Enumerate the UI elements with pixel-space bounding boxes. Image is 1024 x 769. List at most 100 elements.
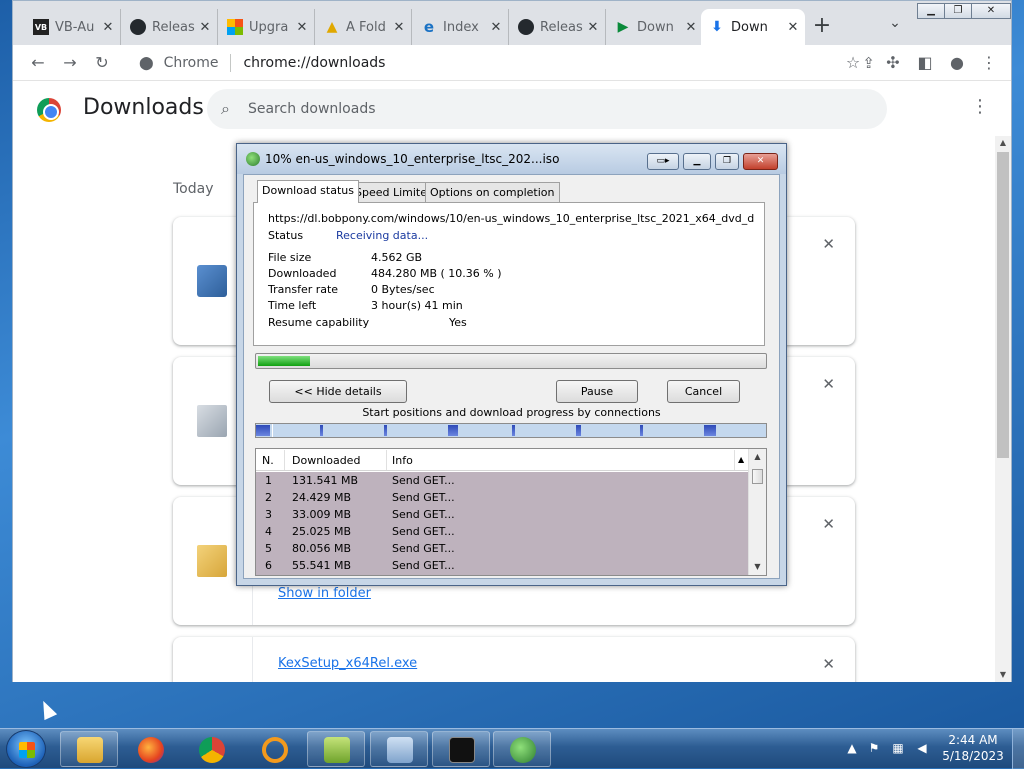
taskbar-app-search-tool[interactable] <box>245 731 303 767</box>
taskbar-app-firefox[interactable] <box>121 731 179 767</box>
show-in-folder-link[interactable]: Show in folder <box>278 586 371 601</box>
scroll-down-icon[interactable]: ▼ <box>749 559 766 575</box>
cell-downloaded: 25.025 MB <box>292 525 352 538</box>
tab-1[interactable]: VB VB-Au ✕ <box>25 9 121 45</box>
tab-close-icon[interactable]: ✕ <box>391 20 407 35</box>
tab-downloads-active[interactable]: ⬇ Down ✕ <box>701 9 805 45</box>
minimize-button[interactable]: ▁ <box>683 153 711 170</box>
scroll-up-icon[interactable]: ▲ <box>749 449 766 465</box>
profile-avatar-icon[interactable]: ● <box>947 53 967 73</box>
table-row[interactable]: 6 55.541 MB Send GET... <box>256 557 748 574</box>
scrollbar-thumb[interactable] <box>752 469 763 484</box>
url-text[interactable]: chrome://downloads <box>243 55 385 71</box>
table-row[interactable]: 5 80.056 MB Send GET... <box>256 540 748 557</box>
tab-speed-limiter[interactable]: Speed Limiter <box>350 182 437 202</box>
action-center-icon[interactable]: ⚑ <box>866 741 882 757</box>
cell-n: 1 <box>265 474 272 487</box>
cancel-button[interactable]: Cancel <box>667 380 740 403</box>
column-header-info[interactable]: Info <box>392 454 413 467</box>
table-row[interactable]: 3 33.009 MB Send GET... <box>256 506 748 523</box>
tab-4[interactable]: ▲ A Fold ✕ <box>316 9 412 45</box>
dialog-titlebar[interactable]: 10% en-us_windows_10_enterprise_ltsc_202… <box>237 144 786 174</box>
file-size-value: 4.562 GB <box>371 251 423 264</box>
search-box[interactable]: ⌕ <box>207 89 887 129</box>
show-hidden-icons-icon[interactable]: ▲ <box>844 741 860 757</box>
share-icon[interactable]: ⇪ <box>862 54 875 72</box>
reload-icon[interactable]: ↻ <box>92 53 112 73</box>
back-icon[interactable]: ← <box>28 53 48 73</box>
remove-item-icon[interactable]: ✕ <box>822 515 835 533</box>
table-scrollbar[interactable]: ▲ ▼ <box>748 449 766 575</box>
cell-n: 5 <box>265 542 272 555</box>
column-divider <box>734 450 735 470</box>
tab-close-icon[interactable]: ✕ <box>683 20 699 35</box>
column-header-downloaded[interactable]: Downloaded <box>292 454 360 467</box>
close-dialog-button[interactable]: ✕ <box>743 153 778 170</box>
page-scrollbar[interactable]: ▲ ▼ <box>995 136 1011 682</box>
network-icon[interactable]: ▦ <box>890 741 906 757</box>
minimize-to-tray-button[interactable]: ▭▸ <box>647 153 679 170</box>
menu-dots-icon[interactable]: ⋮ <box>979 53 999 73</box>
tab-close-icon[interactable]: ✕ <box>294 20 310 35</box>
scroll-down-icon[interactable]: ▼ <box>995 668 1011 682</box>
remove-item-icon[interactable]: ✕ <box>822 235 835 253</box>
close-window-button[interactable]: ✕ <box>971 3 1011 19</box>
download-filename-link[interactable]: KexSetup_x64Rel.exe <box>278 656 417 671</box>
more-actions-icon[interactable]: ⋮ <box>971 96 989 117</box>
tab-download-status[interactable]: Download status <box>257 180 359 203</box>
extensions-icon[interactable]: ✣ <box>883 53 903 73</box>
cell-info: Send GET... <box>392 525 455 538</box>
volume-icon[interactable]: ◀ <box>914 741 930 757</box>
new-tab-button[interactable]: + <box>809 13 835 39</box>
start-button[interactable] <box>6 730 46 768</box>
taskbar-app-cmd[interactable] <box>432 731 490 767</box>
chevron-down-icon[interactable]: ⌄ <box>885 15 905 35</box>
show-desktop-button[interactable] <box>1012 729 1024 769</box>
taskbar-app-explorer[interactable] <box>60 731 118 767</box>
connection-segment <box>448 425 458 436</box>
cell-info: Send GET... <box>392 474 455 487</box>
taskbar-app-control-panel[interactable] <box>370 731 428 767</box>
search-input[interactable] <box>245 100 746 118</box>
chrome-logo-icon <box>37 98 61 122</box>
scrollbar-thumb[interactable] <box>997 152 1009 458</box>
tab-close-icon[interactable]: ✕ <box>585 20 601 35</box>
tab-7[interactable]: ▶ Down ✕ <box>607 9 703 45</box>
bookmark-star-icon[interactable]: ☆ <box>843 53 863 73</box>
table-row[interactable]: 1 131.541 MB Send GET... <box>256 472 748 489</box>
tab-close-icon[interactable]: ✕ <box>488 20 504 35</box>
tab-2[interactable]: Releas ✕ <box>122 9 218 45</box>
table-row[interactable]: 2 24.429 MB Send GET... <box>256 489 748 506</box>
tab-close-icon[interactable]: ✕ <box>785 20 801 35</box>
control-panel-icon <box>387 737 413 763</box>
hide-details-button[interactable]: << Hide details <box>269 380 407 403</box>
scroll-up-icon[interactable]: ▲ <box>995 136 1011 150</box>
tab-close-icon[interactable]: ✕ <box>197 20 213 35</box>
system-clock[interactable]: 2:44 AM 5/18/2023 <box>940 732 1006 764</box>
taskbar-app-chrome[interactable] <box>182 731 240 767</box>
taskbar-app-idm[interactable] <box>493 731 551 767</box>
tab-6[interactable]: Releas ✕ <box>510 9 606 45</box>
connection-divider <box>272 424 273 437</box>
tab-5[interactable]: e Index ✕ <box>413 9 509 45</box>
side-panel-icon[interactable]: ◧ <box>915 53 935 73</box>
pause-button[interactable]: Pause <box>556 380 638 403</box>
tab-close-icon[interactable]: ✕ <box>100 20 116 35</box>
remove-item-icon[interactable]: ✕ <box>822 655 835 673</box>
sort-up-icon[interactable]: ▲ <box>738 455 744 464</box>
cell-n: 6 <box>265 559 272 572</box>
column-header-n[interactable]: N. <box>262 454 274 467</box>
forward-icon[interactable]: → <box>60 53 80 73</box>
remove-item-icon[interactable]: ✕ <box>822 375 835 393</box>
tab-options-on-completion[interactable]: Options on completion <box>425 182 560 202</box>
minimize-button[interactable]: ▁ <box>917 3 945 19</box>
cell-n: 3 <box>265 508 272 521</box>
idm-icon <box>246 152 260 166</box>
taskbar-app-notepad-plus[interactable] <box>307 731 365 767</box>
site-info[interactable]: ⬤ Chrome <box>139 55 218 71</box>
maximize-button[interactable]: ❐ <box>715 153 739 170</box>
table-row[interactable]: 4 25.025 MB Send GET... <box>256 523 748 540</box>
maximize-button[interactable]: ❐ <box>944 3 972 19</box>
address-bar[interactable]: ⬤ Chrome chrome://downloads ⇪ <box>125 48 885 78</box>
tab-3[interactable]: Upgra ✕ <box>219 9 315 45</box>
